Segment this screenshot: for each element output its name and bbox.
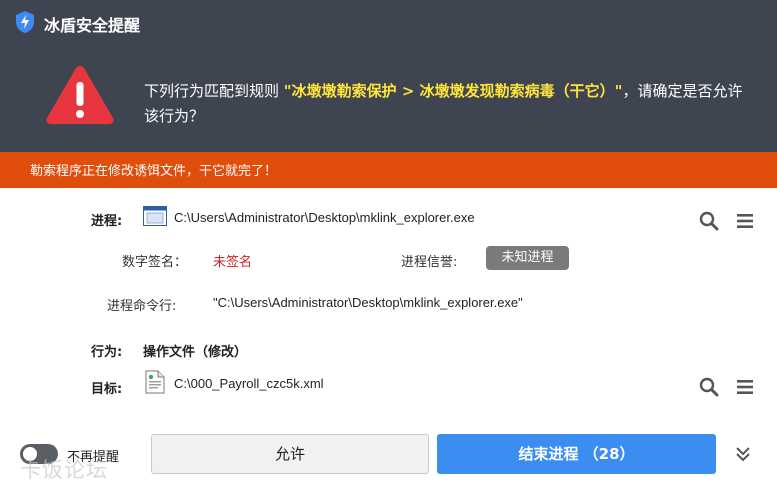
warning-triangle-icon: [46, 66, 114, 124]
banner-text: 勒索程序正在修改诱饵文件，干它就完了！: [30, 164, 278, 179]
process-label: 进程:: [91, 214, 123, 229]
rule-name: "冰墩墩勒索保护 > 冰墩墩发现勒索病毒（干它）": [283, 82, 623, 100]
alert-message: 下列行为匹配到规则 "冰墩墩勒索保护 > 冰墩墩发现勒索病毒（干它）"，请确定是…: [144, 79, 754, 129]
reputation-label: 进程信誉:: [401, 255, 458, 270]
cmdline-value: "C:\Users\Administrator\Desktop\mklink_e…: [213, 295, 523, 310]
warning-banner: 勒索程序正在修改诱饵文件，干它就完了！: [0, 152, 777, 188]
behavior-label: 行为:: [91, 345, 123, 360]
exe-file-icon: [143, 206, 167, 226]
menu-icon[interactable]: [734, 376, 756, 398]
signature-label: 数字签名：: [122, 255, 188, 270]
allow-button[interactable]: 允许: [151, 434, 429, 474]
process-path: C:\Users\Administrator\Desktop\mklink_ex…: [174, 210, 475, 225]
shield-icon: [16, 11, 34, 33]
cmdline-label: 进程命令行:: [107, 299, 177, 314]
menu-icon[interactable]: [734, 210, 756, 232]
target-path: C:\000_Payroll_czc5k.xml: [174, 376, 324, 391]
target-label: 目标:: [91, 382, 123, 397]
reputation-badge: 未知进程: [486, 246, 569, 270]
window-title: 冰盾安全提醒: [44, 16, 141, 35]
signature-value: 未签名: [213, 255, 253, 270]
document-icon: [145, 370, 165, 394]
end-process-button[interactable]: 结束进程 （28）: [437, 434, 716, 474]
search-icon[interactable]: [698, 376, 720, 398]
message-prefix: 下列行为匹配到规则: [144, 82, 284, 100]
search-icon[interactable]: [698, 210, 720, 232]
watermark: 卡饭论坛: [20, 458, 108, 482]
alert-header: 冰盾安全提醒 下列行为匹配到规则 "冰墩墩勒索保护 > 冰墩墩发现勒索病毒（干它…: [0, 0, 777, 152]
title-bar: 冰盾安全提醒: [0, 0, 777, 42]
behavior-value: 操作文件（修改）: [143, 345, 248, 360]
chevron-double-down-icon[interactable]: [733, 444, 753, 464]
